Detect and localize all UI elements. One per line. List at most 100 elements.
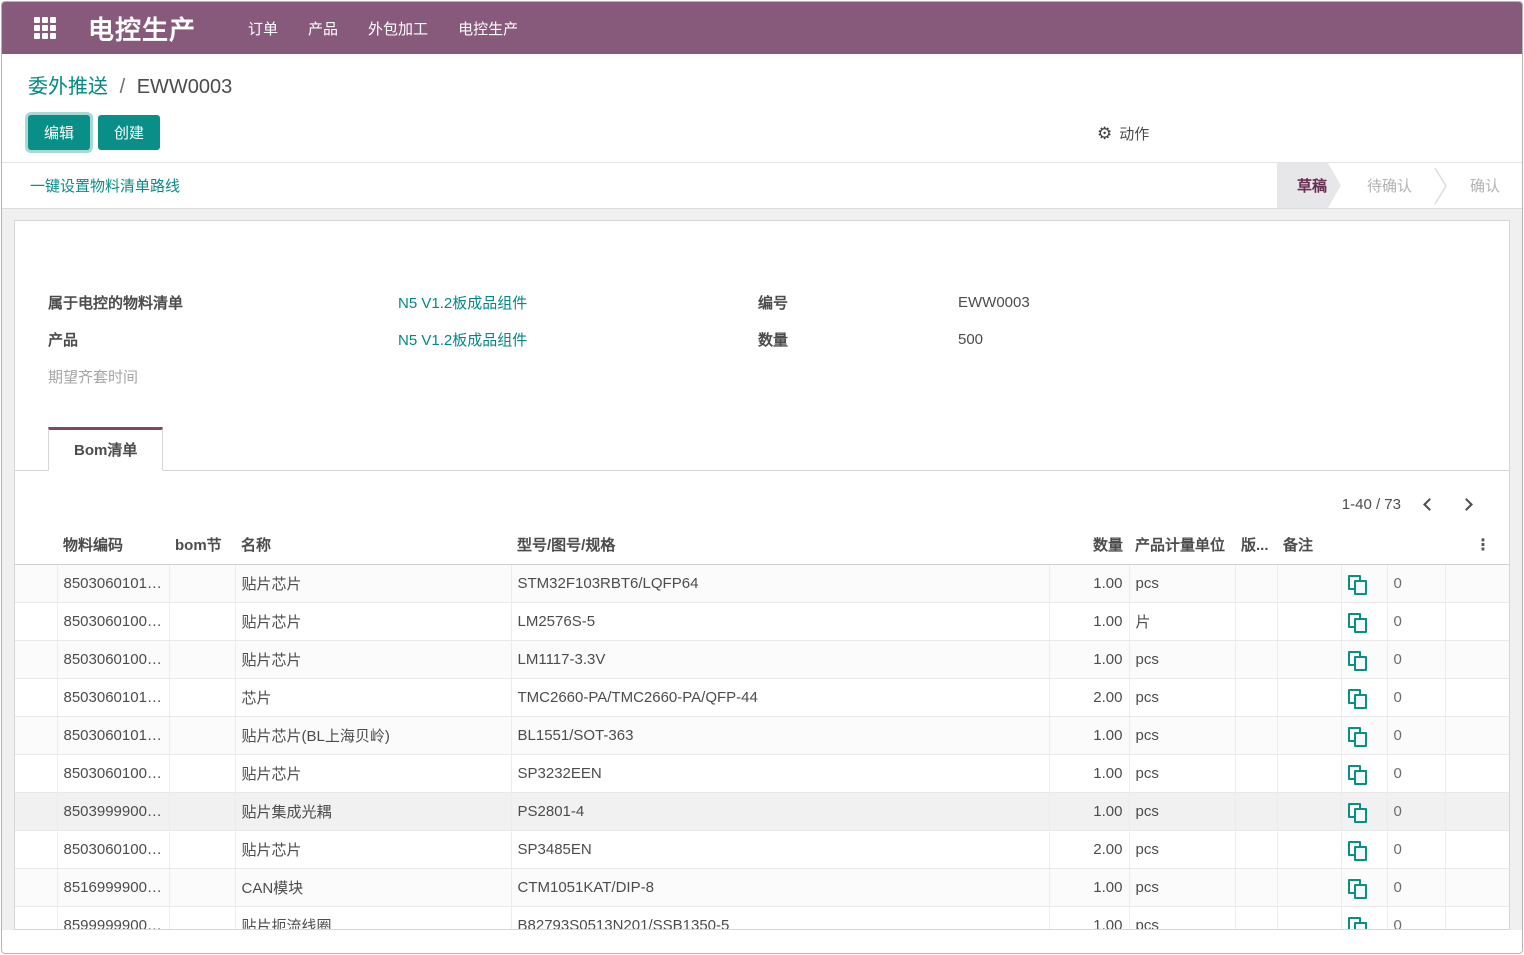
action-dropdown[interactable]: ⚙ 动作 xyxy=(1097,123,1149,144)
cell-material-code[interactable]: 8503060101… xyxy=(57,565,169,603)
cell-note[interactable] xyxy=(1277,717,1341,755)
cell-bom-node[interactable] xyxy=(169,755,235,793)
table-row[interactable]: 8503060101… 贴片芯片(BL上海贝岭) BL1551/SOT-363 … xyxy=(15,717,1509,755)
header-version[interactable]: 版... xyxy=(1235,526,1277,565)
status-step-confirmed[interactable]: 确认 xyxy=(1448,163,1522,208)
cell-name[interactable]: 芯片 xyxy=(235,679,511,717)
cell-version[interactable] xyxy=(1235,679,1277,717)
cell-material-code[interactable]: 8599999900… xyxy=(57,907,169,931)
cell-note[interactable] xyxy=(1277,831,1341,869)
cell-uom[interactable]: pcs xyxy=(1129,717,1235,755)
cell-name[interactable]: 贴片芯片 xyxy=(235,565,511,603)
header-spec[interactable]: 型号/图号/规格 xyxy=(511,526,1049,565)
cell-name[interactable]: 贴片芯片(BL上海贝岭) xyxy=(235,717,511,755)
cell-spec[interactable]: LM1117-3.3V xyxy=(511,641,1049,679)
header-material-code[interactable]: 物料编码 xyxy=(57,526,169,565)
table-row[interactable]: 8503060100… 贴片芯片 SP3232EEN 1.00 pcs 0 xyxy=(15,755,1509,793)
cell-version[interactable] xyxy=(1235,717,1277,755)
cell-spec[interactable]: CTM1051KAT/DIP-8 xyxy=(511,869,1049,907)
copy-icon[interactable] xyxy=(1348,651,1365,669)
copy-icon[interactable] xyxy=(1348,765,1365,783)
cell-bom-node[interactable] xyxy=(169,565,235,603)
copy-icon[interactable] xyxy=(1348,917,1365,930)
cell-version[interactable] xyxy=(1235,907,1277,931)
cell-version[interactable] xyxy=(1235,565,1277,603)
cell-spec[interactable]: LM2576S-5 xyxy=(511,603,1049,641)
cell-uom[interactable]: pcs xyxy=(1129,869,1235,907)
app-title[interactable]: 电控生产 xyxy=(88,10,196,47)
cell-note[interactable] xyxy=(1277,793,1341,831)
nav-menu-orders[interactable]: 订单 xyxy=(248,18,278,39)
cell-bom-node[interactable] xyxy=(169,869,235,907)
breadcrumb-parent-link[interactable]: 委外推送 xyxy=(28,76,108,98)
cell-material-code[interactable]: 8503060100… xyxy=(57,755,169,793)
table-row[interactable]: 8516999900… CAN模块 CTM1051KAT/DIP-8 1.00 … xyxy=(15,869,1509,907)
cell-uom[interactable]: pcs xyxy=(1129,565,1235,603)
cell-quantity[interactable]: 2.00 xyxy=(1049,831,1129,869)
cell-quantity[interactable]: 1.00 xyxy=(1049,603,1129,641)
cell-note[interactable] xyxy=(1277,641,1341,679)
cell-spec[interactable]: B82793S0513N201/SSB1350-5 xyxy=(511,907,1049,931)
cell-note[interactable] xyxy=(1277,907,1341,931)
cell-quantity[interactable]: 2.00 xyxy=(1049,679,1129,717)
header-quantity[interactable]: 数量 xyxy=(1049,526,1129,565)
copy-icon[interactable] xyxy=(1348,803,1365,821)
cell-spec[interactable]: SP3485EN xyxy=(511,831,1049,869)
header-name[interactable]: 名称 xyxy=(235,526,511,565)
cell-quantity[interactable]: 1.00 xyxy=(1049,717,1129,755)
cell-material-code[interactable]: 8503060100… xyxy=(57,641,169,679)
cell-bom-node[interactable] xyxy=(169,641,235,679)
cell-bom-node[interactable] xyxy=(169,717,235,755)
cell-version[interactable] xyxy=(1235,755,1277,793)
cell-spec[interactable]: BL1551/SOT-363 xyxy=(511,717,1049,755)
cell-name[interactable]: 贴片芯片 xyxy=(235,603,511,641)
tab-bom-list[interactable]: Bom清单 xyxy=(48,427,163,471)
nav-menu-products[interactable]: 产品 xyxy=(308,18,338,39)
cell-note[interactable] xyxy=(1277,869,1341,907)
table-row[interactable]: 8599999900… 贴片扼流线圈 B82793S0513N201/SSB13… xyxy=(15,907,1509,931)
cell-material-code[interactable]: 8516999900… xyxy=(57,869,169,907)
pager-next-button[interactable] xyxy=(1458,493,1475,516)
cell-quantity[interactable]: 1.00 xyxy=(1049,869,1129,907)
copy-icon[interactable] xyxy=(1348,613,1365,631)
cell-note[interactable] xyxy=(1277,603,1341,641)
pager-previous-button[interactable] xyxy=(1421,493,1438,516)
cell-name[interactable]: CAN模块 xyxy=(235,869,511,907)
copy-icon[interactable] xyxy=(1348,689,1365,707)
cell-bom-node[interactable] xyxy=(169,831,235,869)
cell-version[interactable] xyxy=(1235,831,1277,869)
cell-quantity[interactable]: 1.00 xyxy=(1049,755,1129,793)
cell-material-code[interactable]: 8503060100… xyxy=(57,603,169,641)
edit-button[interactable]: 编辑 xyxy=(28,115,90,150)
table-row[interactable]: 8503060101… 芯片 TMC2660-PA/TMC2660-PA/QFP… xyxy=(15,679,1509,717)
table-row[interactable]: 8503060101… 贴片芯片 STM32F103RBT6/LQFP64 1.… xyxy=(15,565,1509,603)
cell-material-code[interactable]: 8503060101… xyxy=(57,717,169,755)
cell-version[interactable] xyxy=(1235,869,1277,907)
cell-name[interactable]: 贴片扼流线圈 xyxy=(235,907,511,931)
cell-uom[interactable]: pcs xyxy=(1129,755,1235,793)
cell-uom[interactable]: pcs xyxy=(1129,907,1235,931)
status-step-to-confirm[interactable]: 待确认 xyxy=(1345,163,1434,208)
nav-menu-production[interactable]: 电控生产 xyxy=(458,18,518,39)
field-value-bom-of-control[interactable]: N5 V1.2板成品组件 xyxy=(398,292,527,313)
cell-bom-node[interactable] xyxy=(169,603,235,641)
cell-bom-node[interactable] xyxy=(169,679,235,717)
copy-icon[interactable] xyxy=(1348,879,1365,897)
nav-menu-outsourcing[interactable]: 外包加工 xyxy=(368,18,428,39)
cell-spec[interactable]: SP3232EEN xyxy=(511,755,1049,793)
cell-name[interactable]: 贴片芯片 xyxy=(235,641,511,679)
cell-material-code[interactable]: 8503060100… xyxy=(57,831,169,869)
cell-uom[interactable]: pcs xyxy=(1129,641,1235,679)
cell-version[interactable] xyxy=(1235,603,1277,641)
table-row[interactable]: 8503060100… 贴片芯片 LM2576S-5 1.00 片 0 xyxy=(15,603,1509,641)
table-row[interactable]: 8503060100… 贴片芯片 SP3485EN 2.00 pcs 0 xyxy=(15,831,1509,869)
copy-icon[interactable] xyxy=(1348,575,1365,593)
cell-bom-node[interactable] xyxy=(169,793,235,831)
cell-quantity[interactable]: 1.00 xyxy=(1049,641,1129,679)
cell-material-code[interactable]: 8503999900… xyxy=(57,793,169,831)
table-row[interactable]: 8503060100… 贴片芯片 LM1117-3.3V 1.00 pcs 0 xyxy=(15,641,1509,679)
create-button[interactable]: 创建 xyxy=(98,115,160,150)
copy-icon[interactable] xyxy=(1348,727,1365,745)
header-bom-node[interactable]: bom节 xyxy=(169,526,235,565)
cell-quantity[interactable]: 1.00 xyxy=(1049,793,1129,831)
